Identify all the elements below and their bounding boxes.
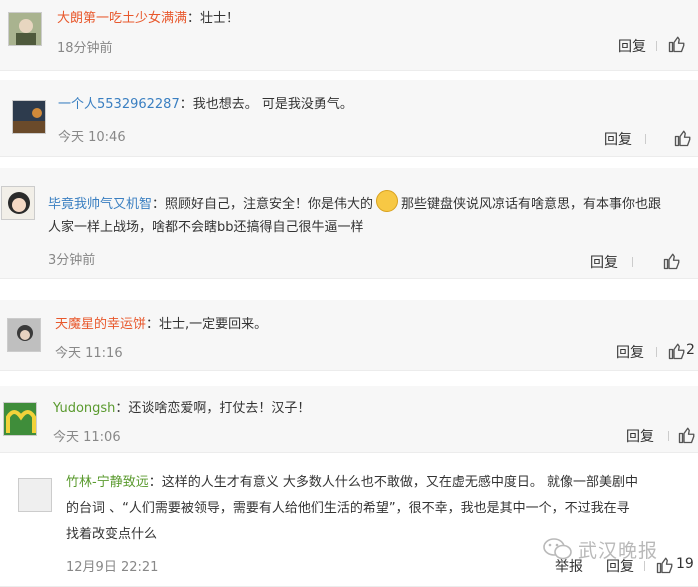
timestamp: 今天 11:16 — [55, 346, 123, 361]
comment-line: 竹林-宁静致远：这样的人生才有意义 大多数人什么也不敢做，又在虚无感中度日。 就… — [66, 475, 638, 490]
comment-card: 毕竟我帅气又机智：照顾好自己，注意安全！你是伟大的 那些键盘侠说风凉话有啥意思，有… — [0, 168, 698, 279]
comment-line: 的台词 、“人们需要被领导，需要有人给他们生活的希望”，很不幸，我也是其中一个，… — [66, 498, 630, 520]
comment-card: 一个人5532962287：我也想去。 可是我没勇气。 今天 10:46 回复 — [0, 80, 698, 157]
divider — [632, 257, 633, 267]
avatar[interactable] — [7, 318, 41, 352]
divider — [656, 41, 657, 51]
comment-card: Yudongsh：还谈啥恋爱啊，打仗去！汉子！ 今天 11:06 回复 — [0, 386, 698, 453]
reply-button[interactable]: 回复 — [590, 252, 618, 272]
comment-text: 我也想去。 可是我没勇气。 — [192, 97, 353, 112]
username[interactable]: 大朗第一吃土少女满满 — [57, 11, 187, 26]
comment-card: 天魔星的幸运饼：壮士,一定要回来。 今天 11:16 回复 2 — [0, 300, 698, 371]
comment-text: 找着改变点什么 — [66, 527, 158, 542]
comment-text: 壮士,一定要回来。 — [159, 317, 268, 332]
comment-line: 天魔星的幸运饼：壮士,一定要回来。 — [55, 317, 268, 332]
username[interactable]: 竹林-宁静致远 — [66, 475, 149, 490]
like-count: 19 — [676, 556, 694, 572]
comment-text: 照顾好自己，注意安全！你是伟大的 — [165, 197, 374, 212]
timestamp: 3分钟前 — [48, 253, 96, 268]
username[interactable]: 一个人5532962287 — [58, 97, 180, 112]
thumbs-up-icon[interactable] — [674, 129, 692, 147]
thumbs-up-icon[interactable] — [656, 556, 674, 574]
watermark-text: 武汉晚报 — [578, 540, 659, 562]
reply-button[interactable]: 回复 — [616, 342, 644, 362]
comment-text: 壮士！ — [200, 11, 240, 26]
comment-card: 竹林-宁静致远：这样的人生才有意义 大多数人什么也不敢做，又在虚无感中度日。 就… — [0, 462, 698, 587]
comment-text: 那些键盘侠说风凉话有啥意思，有本事你也跟 — [401, 197, 662, 212]
divider — [656, 347, 657, 357]
avatar[interactable] — [12, 100, 46, 134]
comment-line: 一个人5532962287：我也想去。 可是我没勇气。 — [58, 97, 353, 112]
timestamp: 今天 11:06 — [53, 430, 121, 445]
reply-button[interactable]: 回复 — [626, 426, 654, 446]
thumbs-up-icon[interactable] — [668, 35, 686, 53]
thumbs-up-icon[interactable] — [663, 252, 681, 270]
comment-text: 还谈啥恋爱啊，打仗去！汉子！ — [128, 401, 311, 416]
username[interactable]: 毕竟我帅气又机智 — [48, 197, 152, 212]
divider — [668, 431, 669, 441]
thumbs-up-icon[interactable] — [678, 426, 696, 444]
username[interactable]: 天魔星的幸运饼 — [55, 317, 146, 332]
timestamp: 今天 10:46 — [58, 130, 126, 145]
thumbs-up-icon[interactable] — [668, 342, 686, 360]
comment-line: 人家一样上战场，啥都不会瞎bb还搞得自己很牛逼一样 — [48, 217, 364, 239]
wechat-icon — [543, 538, 573, 560]
timestamp: 18分钟前 — [57, 41, 113, 56]
comment-text: 的台词 、“人们需要被领导，需要有人给他们生活的希望”，很不幸，我也是其中一个，… — [66, 501, 630, 516]
avatar[interactable] — [3, 402, 37, 436]
divider — [645, 134, 646, 144]
avatar[interactable] — [1, 186, 35, 220]
timestamp: 12月9日 22:21 — [66, 560, 159, 575]
reply-button[interactable]: 回复 — [618, 36, 646, 56]
comment-card: 大朗第一吃土少女满满：壮士！ 18分钟前 回复 — [0, 0, 698, 71]
comment-line: 找着改变点什么 — [66, 524, 157, 546]
comment-text: 这样的人生才有意义 大多数人什么也不敢做，又在虚无感中度日。 就像一部美剧中 — [161, 475, 638, 490]
comment-text: 人家一样上战场，啥都不会瞎bb还搞得自己很牛逼一样 — [48, 220, 364, 235]
avatar[interactable] — [18, 478, 52, 512]
comment-line: 大朗第一吃土少女满满：壮士！ — [57, 11, 240, 26]
reply-button[interactable]: 回复 — [604, 129, 632, 149]
username[interactable]: Yudongsh — [53, 401, 115, 416]
emoji-icon — [376, 190, 399, 212]
like-count: 2 — [686, 342, 695, 358]
comment-line: 毕竟我帅气又机智：照顾好自己，注意安全！你是伟大的 那些键盘侠说风凉话有啥意思，有… — [48, 190, 661, 216]
avatar[interactable] — [8, 12, 42, 46]
comment-line: Yudongsh：还谈啥恋爱啊，打仗去！汉子！ — [53, 401, 311, 416]
